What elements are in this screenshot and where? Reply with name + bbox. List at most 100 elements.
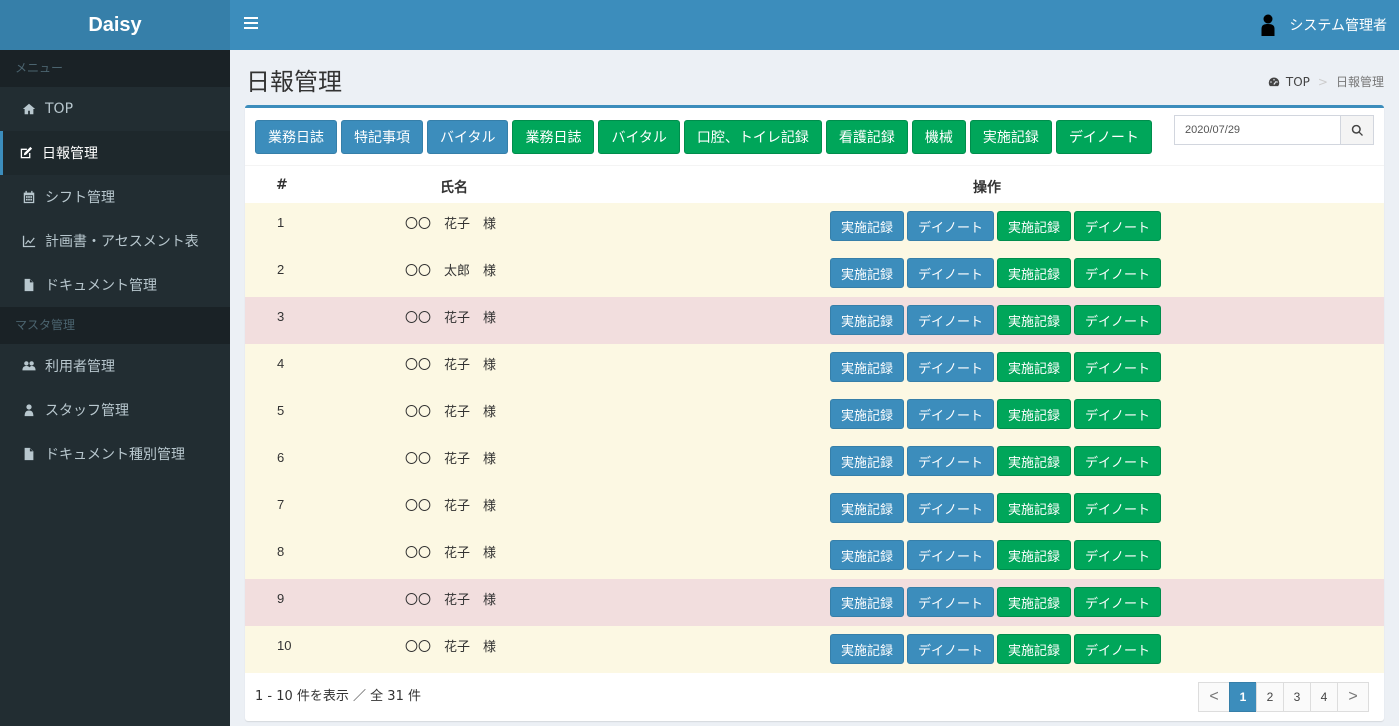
- day-note-button[interactable]: デイノート: [907, 352, 995, 382]
- implementation-record-button[interactable]: 実施記録: [830, 446, 905, 476]
- day-note-button[interactable]: デイノート: [907, 399, 995, 429]
- implementation-record-button[interactable]: 実施記録: [830, 258, 905, 288]
- day-note-button[interactable]: デイノート: [907, 305, 995, 335]
- day-note-button[interactable]: デイノート: [1055, 120, 1152, 154]
- special-notes-button[interactable]: 特記事項: [341, 120, 423, 154]
- row-client-name: 〇〇 花子 様: [405, 217, 497, 232]
- sidebar-item-label: ドキュメント種別管理: [45, 447, 185, 463]
- user-name: システム管理者: [1289, 18, 1387, 34]
- day-note-button[interactable]: デイノート: [907, 587, 995, 617]
- day-note-green-button[interactable]: デイノート: [1074, 305, 1162, 335]
- implementation-record-button[interactable]: 実施記録: [830, 211, 905, 241]
- table-row: 7 〇〇 花子 様実施記録 デイノート 実施記録 デイノート: [245, 485, 1384, 532]
- sidebar-item-top[interactable]: TOP: [0, 87, 230, 131]
- table-header: # 氏名 操作: [245, 165, 1384, 203]
- sidebar-item-plan-assessment[interactable]: 計画書・アセスメント表: [0, 219, 230, 263]
- row-client-name: 〇〇 太郎 様: [405, 264, 497, 279]
- table-row: 3 〇〇 花子 様実施記録 デイノート 実施記録 デイノート: [245, 297, 1384, 344]
- row-client-name: 〇〇 花子 様: [405, 640, 497, 655]
- oral-toilet-record-button[interactable]: 口腔、トイレ記録: [683, 120, 822, 154]
- pagination-prev[interactable]: <: [1198, 682, 1230, 712]
- implementation-record-green-button[interactable]: 実施記録: [997, 493, 1072, 523]
- vitals-button[interactable]: バイタル: [427, 120, 509, 154]
- date-input[interactable]: 2020/07/29: [1174, 115, 1341, 145]
- sidebar-item-documents[interactable]: ドキュメント管理: [0, 263, 230, 307]
- app-logo[interactable]: Daisy: [0, 0, 230, 50]
- day-note-green-button[interactable]: デイノート: [1074, 258, 1162, 288]
- implementation-record-button[interactable]: 実施記録: [830, 540, 905, 570]
- row-operations: 実施記録 デイノート 実施記録 デイノート: [830, 446, 1164, 476]
- implementation-record-button[interactable]: 実施記録: [969, 120, 1052, 154]
- sidebar-item-staff[interactable]: スタッフ管理: [0, 388, 230, 432]
- implementation-record-button[interactable]: 実施記録: [830, 587, 905, 617]
- implementation-record-button[interactable]: 実施記録: [830, 634, 905, 664]
- row-client-name: 〇〇 花子 様: [405, 546, 497, 561]
- day-note-button[interactable]: デイノート: [907, 446, 995, 476]
- user-menu[interactable]: システム管理者: [1261, 0, 1387, 50]
- breadcrumb-top-link[interactable]: TOP: [1286, 75, 1310, 89]
- implementation-record-green-button[interactable]: 実施記録: [997, 352, 1072, 382]
- sidebar-item-document-types[interactable]: ドキュメント種別管理: [0, 432, 230, 476]
- sidebar-item-daily-report[interactable]: 日報管理: [0, 131, 230, 175]
- user-silhouette-icon: [1261, 14, 1275, 36]
- row-operations: 実施記録 デイノート 実施記録 デイノート: [830, 399, 1164, 429]
- search-button[interactable]: [1341, 115, 1374, 145]
- implementation-record-green-button[interactable]: 実施記録: [997, 540, 1072, 570]
- row-number: 8: [277, 544, 285, 559]
- implementation-record-green-button[interactable]: 実施記録: [997, 211, 1072, 241]
- implementation-record-button[interactable]: 実施記録: [830, 493, 905, 523]
- day-note-green-button[interactable]: デイノート: [1074, 540, 1162, 570]
- table-row: 2 〇〇 太郎 様実施記録 デイノート 実施記録 デイノート: [245, 250, 1384, 297]
- implementation-record-green-button[interactable]: 実施記録: [997, 258, 1072, 288]
- nursing-record-button[interactable]: 看護記録: [825, 120, 908, 154]
- pagination-page[interactable]: 2: [1256, 682, 1284, 712]
- day-note-button[interactable]: デイノート: [907, 540, 995, 570]
- row-operations: 実施記録 デイノート 実施記録 デイノート: [830, 258, 1164, 288]
- sidebar-item-label: 日報管理: [42, 146, 98, 162]
- day-note-green-button[interactable]: デイノート: [1074, 352, 1162, 382]
- day-note-button[interactable]: デイノート: [907, 634, 995, 664]
- home-icon: [21, 102, 37, 116]
- pagination-next[interactable]: >: [1337, 682, 1369, 712]
- day-note-button[interactable]: デイノート: [907, 493, 995, 523]
- row-number: 5: [277, 403, 285, 418]
- hamburger-menu-icon[interactable]: [244, 17, 258, 31]
- page-title: 日報管理: [246, 68, 342, 96]
- file-icon: [21, 278, 37, 292]
- day-note-green-button[interactable]: デイノート: [1074, 211, 1162, 241]
- day-note-green-button[interactable]: デイノート: [1074, 446, 1162, 476]
- implementation-record-button[interactable]: 実施記録: [830, 352, 905, 382]
- implementation-record-green-button[interactable]: 実施記録: [997, 587, 1072, 617]
- sidebar-item-shift[interactable]: シフト管理: [0, 175, 230, 219]
- day-note-green-button[interactable]: デイノート: [1074, 493, 1162, 523]
- row-number: 10: [277, 638, 292, 653]
- business-log-button[interactable]: 業務日誌: [255, 120, 337, 154]
- implementation-record-button[interactable]: 実施記録: [830, 399, 905, 429]
- breadcrumb: TOP > 日報管理: [1268, 73, 1384, 90]
- day-note-green-button[interactable]: デイノート: [1074, 587, 1162, 617]
- pagination-page[interactable]: 3: [1283, 682, 1311, 712]
- pagination-page[interactable]: 4: [1310, 682, 1338, 712]
- implementation-record-green-button[interactable]: 実施記録: [997, 305, 1072, 335]
- pagination: < 1 2 3 4 >: [1198, 682, 1369, 712]
- implementation-record-green-button[interactable]: 実施記録: [997, 399, 1072, 429]
- implementation-record-green-button[interactable]: 実施記録: [997, 446, 1072, 476]
- row-client-name: 〇〇 花子 様: [405, 499, 497, 514]
- day-note-green-button[interactable]: デイノート: [1074, 634, 1162, 664]
- row-number: 2: [277, 262, 285, 277]
- implementation-record-button[interactable]: 実施記録: [830, 305, 905, 335]
- sidebar-item-users[interactable]: 利用者管理: [0, 344, 230, 388]
- sidebar-item-label: ドキュメント管理: [45, 278, 157, 294]
- pagination-page[interactable]: 1: [1229, 682, 1257, 712]
- machine-button[interactable]: 機械: [911, 120, 966, 154]
- day-note-button[interactable]: デイノート: [907, 258, 995, 288]
- sidebar-item-label: 計画書・アセスメント表: [45, 234, 199, 250]
- day-note-green-button[interactable]: デイノート: [1074, 399, 1162, 429]
- day-note-button[interactable]: デイノート: [907, 211, 995, 241]
- file-icon: [21, 447, 37, 461]
- row-operations: 実施記録 デイノート 実施記録 デイノート: [830, 211, 1164, 241]
- vitals-green-button[interactable]: バイタル: [598, 120, 680, 154]
- implementation-record-green-button[interactable]: 実施記録: [997, 634, 1072, 664]
- sidebar-item-label: スタッフ管理: [45, 403, 129, 419]
- business-log-green-button[interactable]: 業務日誌: [512, 120, 595, 154]
